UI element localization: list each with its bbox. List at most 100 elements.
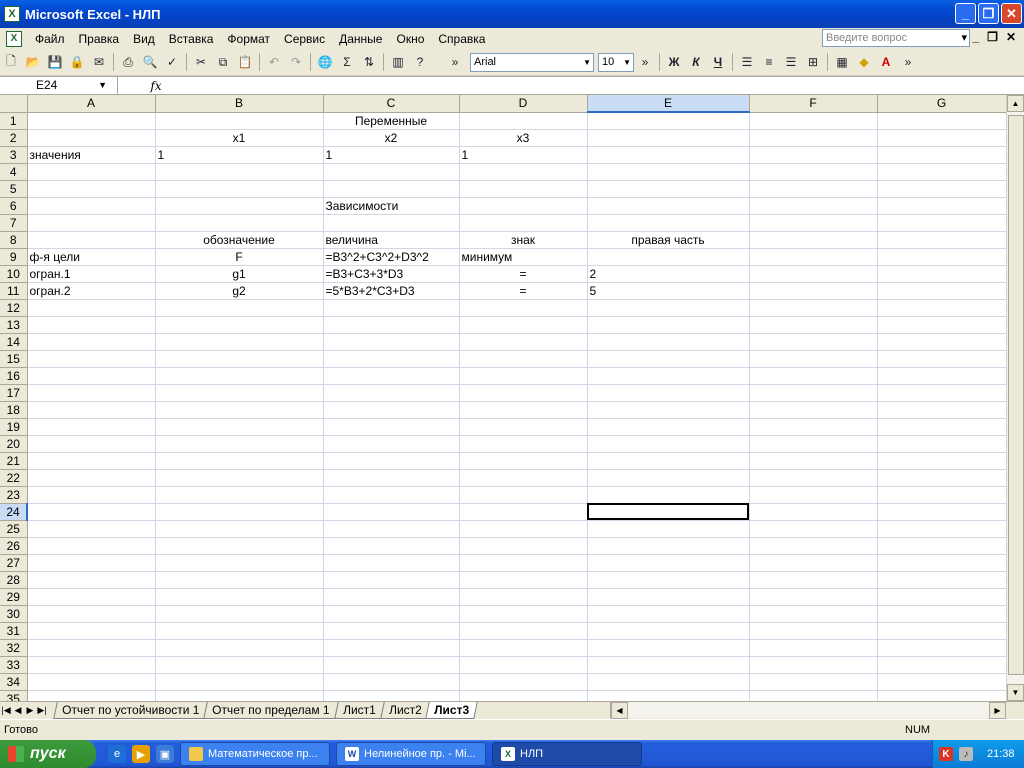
cell-d10[interactable]: = xyxy=(459,265,588,283)
cell-e35[interactable] xyxy=(587,690,750,701)
cell-d6[interactable] xyxy=(459,197,588,215)
cell-b8[interactable]: обозначение xyxy=(155,231,324,249)
cell-g5[interactable] xyxy=(877,180,1007,198)
cell-d9[interactable]: минимум xyxy=(459,248,588,266)
cell-c12[interactable] xyxy=(323,299,460,317)
cell-f27[interactable] xyxy=(749,554,878,572)
cell-e32[interactable] xyxy=(587,639,750,657)
autosum-icon[interactable]: Σ xyxy=(337,52,357,72)
cell-b21[interactable] xyxy=(155,452,324,470)
cell-c34[interactable] xyxy=(323,673,460,691)
undo-icon[interactable]: ↶ xyxy=(264,52,284,72)
row-header[interactable]: 3 xyxy=(0,146,28,164)
cell-d13[interactable] xyxy=(459,316,588,334)
cell-g16[interactable] xyxy=(877,367,1007,385)
cell-e23[interactable] xyxy=(587,486,750,504)
menu-window[interactable]: Окно xyxy=(389,32,431,46)
save-icon[interactable]: 💾 xyxy=(45,52,65,72)
doc-close-button[interactable]: ✕ xyxy=(1006,30,1016,44)
row-header[interactable]: 21 xyxy=(0,452,28,470)
row-header[interactable]: 1 xyxy=(0,112,28,130)
cell-d32[interactable] xyxy=(459,639,588,657)
cell-a22[interactable] xyxy=(27,469,156,487)
cell-b2[interactable]: x1 xyxy=(155,129,324,147)
scroll-down-icon[interactable]: ▼ xyxy=(1007,684,1024,701)
sheet-tab[interactable]: Отчет по устойчивости 1 xyxy=(53,702,209,719)
cell-g13[interactable] xyxy=(877,316,1007,334)
fill-color-icon[interactable]: ◆ xyxy=(854,52,874,72)
cell-a3[interactable]: значения xyxy=(27,146,156,164)
media-player-icon[interactable]: ▶ xyxy=(132,745,150,763)
cell-c14[interactable] xyxy=(323,333,460,351)
cell-g30[interactable] xyxy=(877,605,1007,623)
cell-d21[interactable] xyxy=(459,452,588,470)
row-header[interactable]: 20 xyxy=(0,435,28,453)
cell-d8[interactable]: знак xyxy=(459,231,588,249)
open-icon[interactable]: 📂 xyxy=(23,52,43,72)
cell-e10[interactable]: 2 xyxy=(587,265,750,283)
vertical-scrollbar[interactable]: ▲ ▼ xyxy=(1006,95,1024,701)
row-header[interactable]: 8 xyxy=(0,231,28,249)
row-header[interactable]: 19 xyxy=(0,418,28,436)
cell-c9[interactable]: =B3^2+C3^2+D3^2 xyxy=(323,248,460,266)
cell-f16[interactable] xyxy=(749,367,878,385)
paste-icon[interactable]: 📋 xyxy=(235,52,255,72)
cell-g26[interactable] xyxy=(877,537,1007,555)
cell-c10[interactable]: =B3+C3+3*D3 xyxy=(323,265,460,283)
cell-c23[interactable] xyxy=(323,486,460,504)
menu-file[interactable]: Файл xyxy=(28,32,72,46)
cell-e3[interactable] xyxy=(587,146,750,164)
cell-f8[interactable] xyxy=(749,231,878,249)
cell-g3[interactable] xyxy=(877,146,1007,164)
cell-g31[interactable] xyxy=(877,622,1007,640)
cell-b30[interactable] xyxy=(155,605,324,623)
cell-g2[interactable] xyxy=(877,129,1007,147)
cell-d26[interactable] xyxy=(459,537,588,555)
toolbar-options-icon[interactable]: » xyxy=(898,52,918,72)
cell-a2[interactable] xyxy=(27,129,156,147)
cell-e33[interactable] xyxy=(587,656,750,674)
cell-c24[interactable] xyxy=(323,503,460,521)
cell-g7[interactable] xyxy=(877,214,1007,232)
row-header[interactable]: 9 xyxy=(0,248,28,266)
align-left-icon[interactable]: ☰ xyxy=(737,52,757,72)
cell-b24[interactable] xyxy=(155,503,324,521)
cell-e17[interactable] xyxy=(587,384,750,402)
bold-button[interactable]: Ж xyxy=(664,52,684,72)
name-box[interactable]: E24 ▼ xyxy=(0,77,118,94)
sheet-tab[interactable]: Лист1 xyxy=(334,702,385,719)
start-button[interactable]: пуск xyxy=(0,740,96,768)
cell-d24[interactable] xyxy=(459,503,588,521)
cell-e9[interactable] xyxy=(587,248,750,266)
cell-f33[interactable] xyxy=(749,656,878,674)
cell-g34[interactable] xyxy=(877,673,1007,691)
prev-sheet-icon[interactable]: ◀ xyxy=(12,705,24,716)
cell-f23[interactable] xyxy=(749,486,878,504)
cell-e31[interactable] xyxy=(587,622,750,640)
cell-c20[interactable] xyxy=(323,435,460,453)
cell-b33[interactable] xyxy=(155,656,324,674)
cell-d4[interactable] xyxy=(459,163,588,181)
cell-b31[interactable] xyxy=(155,622,324,640)
font-name-select[interactable]: Arial ▼ xyxy=(470,52,594,72)
cell-b3[interactable]: 1 xyxy=(155,146,324,164)
cell-g14[interactable] xyxy=(877,333,1007,351)
row-header[interactable]: 28 xyxy=(0,571,28,589)
row-header[interactable]: 22 xyxy=(0,469,28,487)
cell-d35[interactable] xyxy=(459,690,588,701)
cell-c11[interactable]: =5*B3+2*C3+D3 xyxy=(323,282,460,300)
cut-icon[interactable]: ✂ xyxy=(191,52,211,72)
row-header[interactable]: 30 xyxy=(0,605,28,623)
cell-e15[interactable] xyxy=(587,350,750,368)
row-header[interactable]: 12 xyxy=(0,299,28,317)
sort-icon[interactable]: ⇅ xyxy=(359,52,379,72)
row-header[interactable]: 35 xyxy=(0,690,28,701)
scroll-thumb[interactable] xyxy=(1008,115,1024,675)
cell-g11[interactable] xyxy=(877,282,1007,300)
scroll-right-icon[interactable]: ▶ xyxy=(989,702,1006,719)
cell-a35[interactable] xyxy=(27,690,156,701)
cell-c19[interactable] xyxy=(323,418,460,436)
cell-g4[interactable] xyxy=(877,163,1007,181)
cell-d16[interactable] xyxy=(459,367,588,385)
cell-e18[interactable] xyxy=(587,401,750,419)
